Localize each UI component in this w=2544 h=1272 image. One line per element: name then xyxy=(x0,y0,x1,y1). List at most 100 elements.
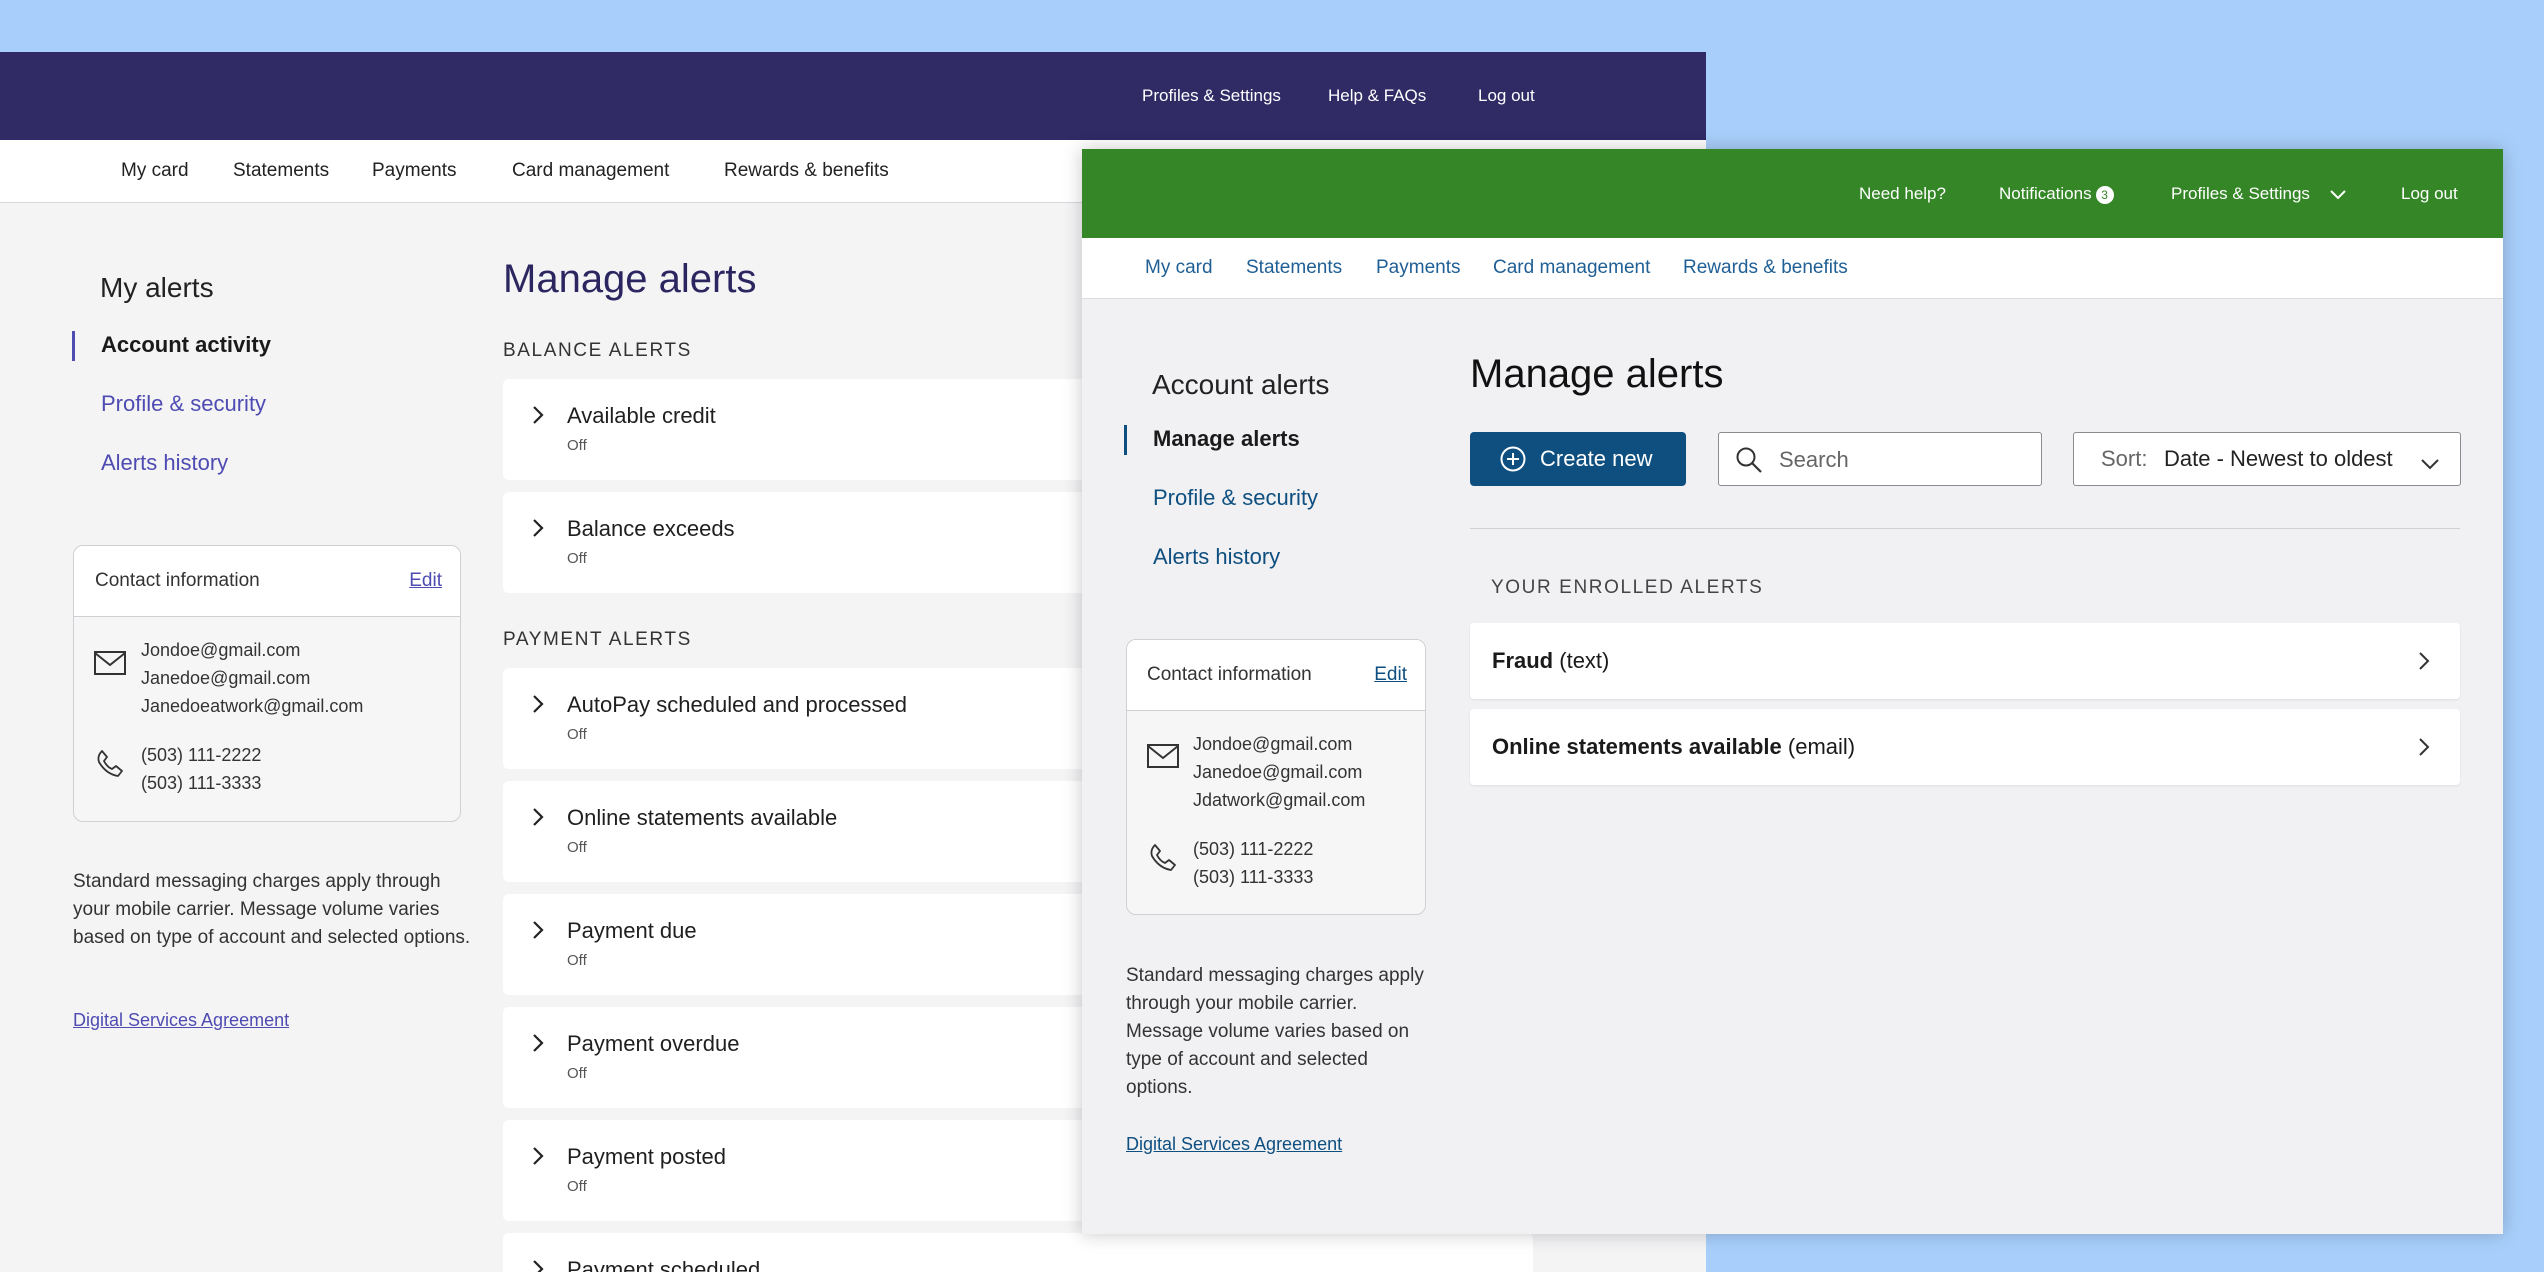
window-green: Need help? Notifications 3 Profiles & Set… xyxy=(1082,149,2503,1234)
contact-email: Jondoe@gmail.com xyxy=(141,640,301,660)
header-bar: Profiles & Settings Help & FAQs Log out xyxy=(0,52,1706,140)
alert-label: Available credit xyxy=(567,403,716,428)
alert-status: Off xyxy=(567,550,587,567)
active-indicator xyxy=(72,331,75,361)
notifications-badge: 3 xyxy=(2095,185,2114,204)
sort-value: Date - Newest to oldest xyxy=(2164,446,2393,471)
alert-status: Off xyxy=(567,1065,587,1082)
alert-label: Payment due xyxy=(567,918,697,943)
help-faqs-link[interactable]: Help & FAQs xyxy=(1328,52,1426,140)
enrolled-alert-row[interactable]: Online statements available (email) xyxy=(1470,709,2460,785)
chevron-right-icon xyxy=(2418,737,2430,757)
sidebar-item-account-activity[interactable]: Account activity xyxy=(101,332,271,358)
contact-card-header: Contact information Edit xyxy=(1127,640,1425,711)
sidebar-item-manage-alerts[interactable]: Manage alerts xyxy=(1153,426,1300,452)
contact-title: Contact information xyxy=(95,570,260,591)
chevron-right-icon xyxy=(531,518,545,538)
main-nav: My card Statements Payments Card managem… xyxy=(1082,238,2503,299)
logout-link[interactable]: Log out xyxy=(1478,52,1535,140)
section-title-balance: BALANCE ALERTS xyxy=(503,340,692,361)
chevron-down-icon xyxy=(2420,451,2440,470)
nav-statements[interactable]: Statements xyxy=(233,140,329,202)
sidebar-title: My alerts xyxy=(100,272,214,303)
nav-card-management[interactable]: Card management xyxy=(1493,238,1650,298)
profiles-settings-link[interactable]: Profiles & Settings xyxy=(1142,52,1281,140)
chevron-right-icon xyxy=(531,807,545,827)
chevron-right-icon xyxy=(531,920,545,940)
chevron-right-icon xyxy=(531,1033,545,1053)
header-bar: Need help? Notifications 3 Profiles & Set… xyxy=(1082,149,2503,238)
edit-contact-link[interactable]: Edit xyxy=(409,546,442,616)
digital-services-agreement-link[interactable]: Digital Services Agreement xyxy=(73,1010,289,1031)
chevron-right-icon xyxy=(2418,651,2430,671)
nav-payments[interactable]: Payments xyxy=(1376,238,1460,298)
alert-label: Online statements available xyxy=(567,805,838,830)
mail-icon xyxy=(94,651,126,675)
alert-status: Off xyxy=(567,839,587,856)
notifications-link[interactable]: Notifications 3 xyxy=(1999,149,2114,238)
nav-payments[interactable]: Payments xyxy=(372,140,456,202)
contact-phone: (503) 111-3333 xyxy=(141,773,262,793)
nav-statements[interactable]: Statements xyxy=(1246,238,1342,298)
chevron-right-icon xyxy=(531,694,545,714)
sidebar-item-profile-security[interactable]: Profile & security xyxy=(1153,485,1318,511)
create-new-button[interactable]: Create new xyxy=(1470,432,1686,486)
contact-phone: (503) 111-2222 xyxy=(141,745,262,765)
active-indicator xyxy=(1124,425,1127,455)
edit-contact-link[interactable]: Edit xyxy=(1374,640,1407,710)
search-input[interactable] xyxy=(1777,441,2031,479)
nav-my-card[interactable]: My card xyxy=(1145,238,1213,298)
contact-card: Contact information Edit Jondoe@gmail.co… xyxy=(73,545,461,822)
alert-label: Balance exceeds xyxy=(567,516,735,541)
alert-status: Off xyxy=(567,1178,587,1195)
phone-icon xyxy=(1149,843,1177,871)
alert-label: Payment scheduled xyxy=(567,1257,761,1272)
contact-email: Janedoeatwork@gmail.com xyxy=(141,696,364,716)
profiles-settings-menu[interactable]: Profiles & Settings xyxy=(2171,149,2347,238)
alert-label: AutoPay scheduled and processed xyxy=(567,692,908,717)
contact-card: Contact information Edit Jondoe@gmail.co… xyxy=(1126,639,1426,915)
need-help-link[interactable]: Need help? xyxy=(1859,149,1946,238)
alert-status: Off xyxy=(567,952,587,969)
page-title: Manage alerts xyxy=(1470,352,1724,396)
contact-phone: (503) 111-3333 xyxy=(1193,867,1314,887)
sidebar-title: Account alerts xyxy=(1152,369,1330,400)
chevron-right-icon xyxy=(531,1259,545,1272)
page-title: Manage alerts xyxy=(503,257,757,301)
messaging-disclaimer: Standard messaging charges apply through… xyxy=(1126,965,1424,1098)
contact-email: Jdatwork@gmail.com xyxy=(1193,790,1366,810)
sort-prefix: Sort: xyxy=(2101,446,2148,471)
nav-rewards-benefits[interactable]: Rewards & benefits xyxy=(724,140,889,202)
digital-services-agreement-link[interactable]: Digital Services Agreement xyxy=(1126,1134,1342,1155)
notifications-label: Notifications xyxy=(1999,184,2092,203)
nav-my-card[interactable]: My card xyxy=(121,140,189,202)
messaging-disclaimer: Standard messaging charges apply through… xyxy=(73,871,471,948)
nav-card-management[interactable]: Card management xyxy=(512,140,669,202)
alert-row[interactable]: Payment scheduled xyxy=(503,1233,1533,1272)
sidebar-item-alerts-history[interactable]: Alerts history xyxy=(101,450,228,476)
phone-icon xyxy=(96,749,124,777)
contact-email: Jondoe@gmail.com xyxy=(1193,734,1353,754)
contact-card-header: Contact information Edit xyxy=(74,546,460,617)
section-title-enrolled: YOUR ENROLLED ALERTS xyxy=(1491,577,1764,598)
alert-name: Fraud xyxy=(1492,648,1554,673)
sidebar-item-alerts-history[interactable]: Alerts history xyxy=(1153,544,1280,570)
logout-link[interactable]: Log out xyxy=(2401,149,2458,238)
enrolled-alert-row[interactable]: Fraud (text) xyxy=(1470,623,2460,699)
sort-select[interactable]: Sort: Date - Newest to oldest xyxy=(2073,432,2461,486)
divider xyxy=(1470,528,2460,529)
contact-email: Janedoe@gmail.com xyxy=(141,668,311,688)
chevron-down-icon xyxy=(2329,189,2347,201)
chevron-right-icon xyxy=(531,1146,545,1166)
alert-channel: (text) xyxy=(1559,648,1610,673)
search-field[interactable] xyxy=(1718,432,2042,486)
alert-name: Online statements available xyxy=(1492,734,1782,759)
contact-title: Contact information xyxy=(1147,664,1312,685)
mail-icon xyxy=(1147,744,1179,768)
nav-rewards-benefits[interactable]: Rewards & benefits xyxy=(1683,238,1848,298)
contact-email: Janedoe@gmail.com xyxy=(1193,762,1363,782)
alert-label: Payment overdue xyxy=(567,1031,740,1056)
create-new-label: Create new xyxy=(1540,446,1653,471)
sidebar-item-profile-security[interactable]: Profile & security xyxy=(101,391,266,417)
profiles-settings-label: Profiles & Settings xyxy=(2171,184,2310,203)
